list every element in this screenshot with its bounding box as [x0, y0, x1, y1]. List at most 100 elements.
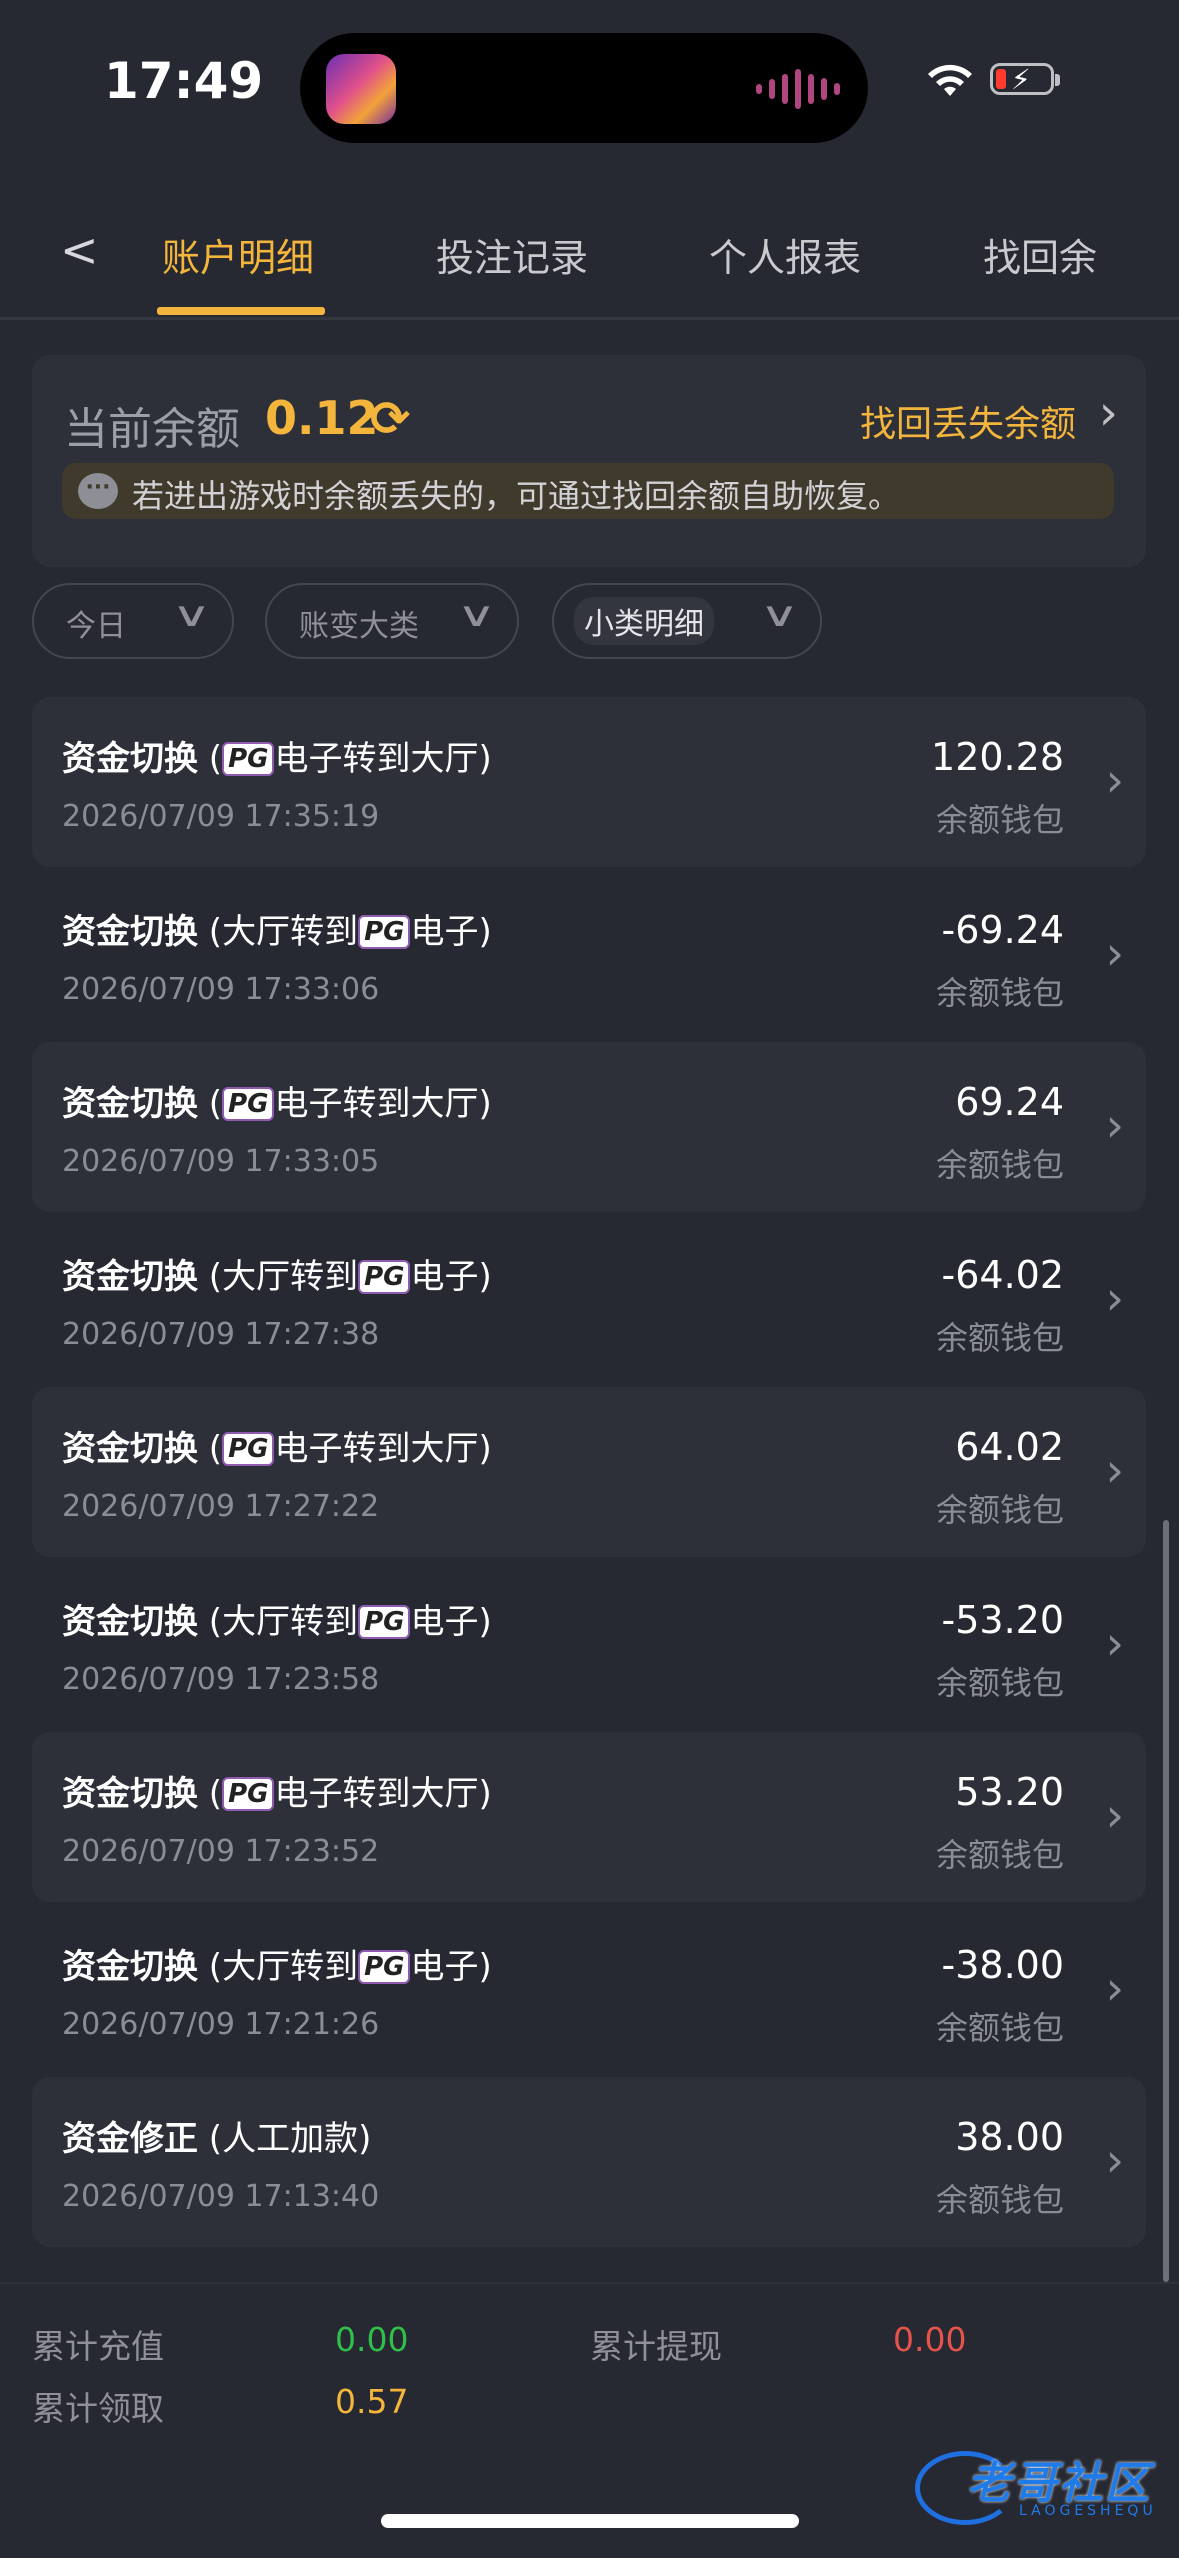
active-tab-indicator [157, 307, 325, 315]
transaction-type: 资金切换 [62, 1774, 198, 1814]
filter-category[interactable]: 账变大类 ∨ [265, 583, 519, 659]
transaction-title: 资金切换 (PG 电子转到大厅) [62, 1421, 492, 1470]
transaction-row[interactable]: 资金切换 (大厅转到 PG 电子) 2026/07/09 17:21:26 -38.00… [32, 1905, 1146, 2075]
transaction-detail: 电子转到大厅) [274, 1774, 492, 1814]
transaction-type: 资金修正 [62, 2119, 198, 2159]
tab-recover-balance[interactable]: 找回余 [983, 227, 1097, 282]
pg-logo-icon: PG [358, 914, 411, 949]
watermark-subtext: LAOGESHEQU [1019, 2503, 1157, 2519]
chevron-right-icon: › [1105, 1788, 1124, 1842]
watermark-text: 老哥社区 [967, 2458, 1151, 2509]
transaction-detail: 电子转到大厅) [274, 1084, 492, 1124]
transaction-row[interactable]: 资金切换 (PG 电子转到大厅) 2026/07/09 17:35:19 120.28… [32, 697, 1146, 867]
status-bar: 17:49 ⚡ [0, 0, 1179, 175]
transaction-amount: 120.28 [931, 735, 1064, 779]
transaction-amount: -53.20 [941, 1597, 1065, 1642]
pg-logo-icon: PG [222, 742, 275, 776]
dynamic-island [300, 33, 868, 143]
balance-card: 当前余额 0.12 ⟳ 找回丢失余额 › ··· 若进出游戏时余额丢失的，可通过… [32, 355, 1146, 567]
transaction-date: 2026/07/09 17:33:05 [62, 1144, 380, 1179]
transaction-detail: (大厅转到 [198, 1946, 359, 1987]
transaction-row[interactable]: 资金切换 (PG 电子转到大厅) 2026/07/09 17:23:52 53.20 余… [32, 1732, 1146, 1902]
refresh-icon[interactable]: ⟳ [370, 391, 410, 447]
transaction-row[interactable]: 资金切换 (大厅转到 PG 电子) 2026/07/09 17:33:06 -69.24… [32, 870, 1146, 1040]
transaction-detail: 电子) [410, 1601, 492, 1642]
transaction-row[interactable]: 资金切换 (大厅转到 PG 电子) 2026/07/09 17:27:38 -64.02… [32, 1215, 1146, 1385]
transaction-title: 资金切换 (PG 电子转到大厅) [62, 1766, 492, 1815]
transaction-row[interactable]: 资金切换 (PG 电子转到大厅) 2026/07/09 17:27:22 64.02 余… [32, 1387, 1146, 1557]
transaction-wallet: 余额钱包 [935, 973, 1064, 1012]
notice-banner: ··· 若进出游戏时余额丢失的，可通过找回余额自助恢复。 [62, 463, 1114, 519]
pg-logo-icon: PG [358, 1259, 411, 1294]
filter-category-label: 账变大类 [299, 609, 419, 644]
home-indicator[interactable] [381, 2514, 799, 2528]
recover-balance-link[interactable]: 找回丢失余额 [860, 395, 1076, 447]
transaction-type: 资金切换 [62, 1946, 198, 1987]
app-icon [326, 54, 396, 124]
transaction-date: 2026/07/09 17:27:38 [62, 1316, 380, 1352]
tab-account-details[interactable]: 账户明细 [162, 227, 314, 282]
total-recharge-value: 0.00 [335, 2320, 409, 2359]
scrollbar[interactable] [1163, 1520, 1169, 2282]
transaction-title: 资金修正 (人工加款) [62, 2111, 371, 2160]
transaction-title: 资金切换 (PG 电子转到大厅) [62, 731, 492, 780]
transaction-detail: 电子转到大厅) [274, 1429, 492, 1469]
back-chevron-icon[interactable]: < [60, 223, 99, 277]
chevron-right-icon: › [1105, 1270, 1124, 1325]
wifi-icon [928, 64, 972, 96]
status-time: 17:49 [104, 52, 264, 110]
filter-subcategory[interactable]: 小类明细 ∨ [552, 583, 822, 659]
transaction-detail: 电子) [410, 911, 492, 952]
transaction-type: 资金切换 [62, 1601, 198, 1642]
transaction-detail: ( [198, 1774, 223, 1814]
audio-wave-icon [756, 69, 840, 109]
chevron-right-icon: › [1105, 1960, 1124, 2015]
transaction-date: 2026/07/09 17:35:19 [62, 799, 380, 834]
transaction-amount: -64.02 [941, 1252, 1065, 1297]
transaction-row[interactable]: 资金切换 (大厅转到 PG 电子) 2026/07/09 17:23:58 -53.20… [32, 1560, 1146, 1730]
transaction-title: 资金切换 (大厅转到 PG 电子) [62, 1939, 492, 1988]
transaction-detail: 电子) [410, 1946, 492, 1987]
pg-logo-icon: PG [222, 1777, 275, 1811]
transaction-row[interactable]: 资金修正 (人工加款) 2026/07/09 17:13:40 38.00 余额钱包 › [32, 2077, 1146, 2247]
transaction-amount: -38.00 [941, 1942, 1065, 1987]
transaction-title: 资金切换 (大厅转到 PG 电子) [62, 1594, 492, 1643]
transaction-date: 2026/07/09 17:23:58 [62, 1661, 380, 1697]
chevron-right-icon: › [1105, 1098, 1124, 1152]
transaction-detail: 电子) [410, 1256, 492, 1297]
chevron-right-icon: › [1105, 1615, 1124, 1670]
transaction-type: 资金切换 [62, 1084, 198, 1124]
tab-bar: < 账户明细 投注记录 个人报表 找回余 [0, 195, 1179, 320]
chat-bubble-icon: ··· [78, 473, 118, 509]
chevron-right-icon[interactable]: › [1099, 385, 1118, 441]
charging-bolt-icon: ⚡ [1011, 63, 1031, 96]
transaction-detail: ( [198, 739, 223, 779]
tab-personal-report[interactable]: 个人报表 [709, 227, 861, 282]
chevron-down-icon: ∨ [456, 595, 497, 635]
transaction-row[interactable]: 资金切换 (PG 电子转到大厅) 2026/07/09 17:33:05 69.24 余… [32, 1042, 1146, 1212]
transaction-title: 资金切换 (大厅转到 PG 电子) [62, 904, 492, 953]
chevron-down-icon: ∨ [759, 595, 800, 635]
filter-date[interactable]: 今日 ∨ [32, 583, 234, 659]
transaction-amount: 64.02 [955, 1425, 1064, 1469]
transaction-wallet: 余额钱包 [935, 1491, 1064, 1529]
transaction-wallet: 余额钱包 [935, 801, 1064, 839]
tab-bet-records[interactable]: 投注记录 [436, 227, 588, 282]
battery-icon: ⚡ [990, 63, 1060, 96]
pg-logo-icon: PG [222, 1087, 275, 1121]
total-withdraw-label: 累计提现 [590, 2327, 722, 2366]
transaction-wallet: 余额钱包 [935, 1146, 1064, 1184]
transaction-wallet: 余额钱包 [935, 1318, 1064, 1357]
transaction-title: 资金切换 (大厅转到 PG 电子) [62, 1249, 492, 1298]
chevron-right-icon: › [1105, 925, 1124, 980]
transaction-type: 资金切换 [62, 1256, 198, 1297]
total-claim-value: 0.57 [335, 2382, 409, 2421]
transaction-detail: (大厅转到 [198, 911, 359, 952]
chevron-right-icon: › [1105, 1443, 1124, 1497]
balance-value: 0.12 [265, 391, 379, 445]
pg-logo-icon: PG [358, 1949, 411, 1984]
transaction-amount: -69.24 [941, 907, 1065, 952]
pg-logo-icon: PG [358, 1604, 411, 1639]
transaction-amount: 69.24 [955, 1080, 1064, 1124]
balance-label: 当前余额 [64, 404, 240, 455]
